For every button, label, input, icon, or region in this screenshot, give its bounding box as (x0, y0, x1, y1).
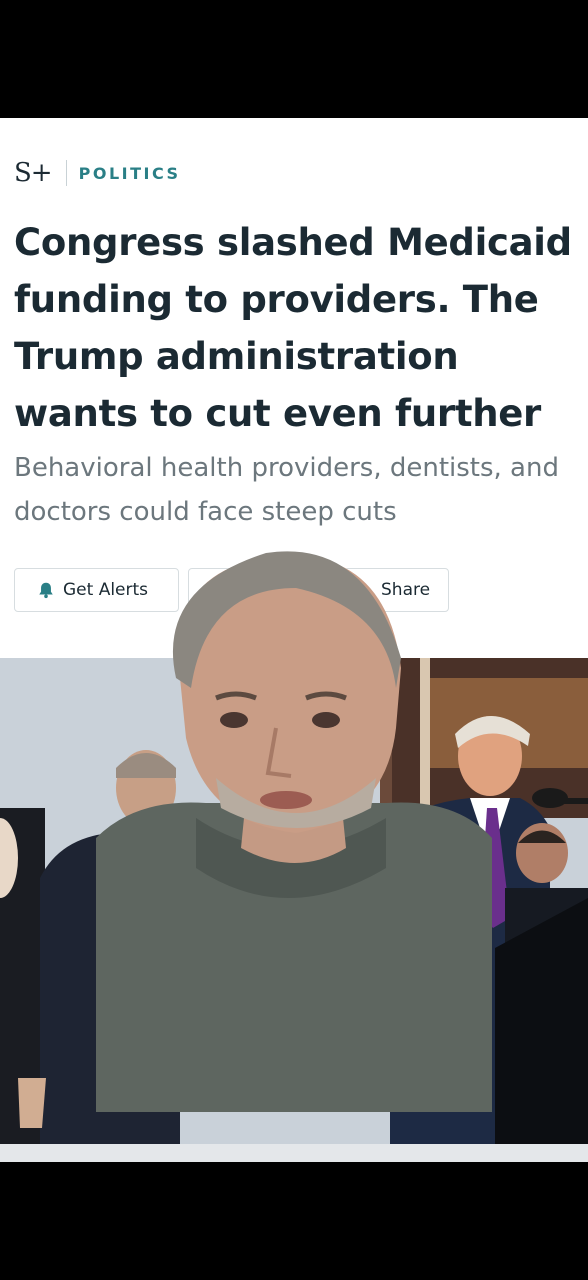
article-dek: Behavioral health providers, dentists, a… (14, 453, 559, 527)
divider (65, 160, 67, 186)
video-bottom-bar (0, 1162, 588, 1280)
brand-row: S+ POLITICS (14, 158, 181, 188)
site-logo[interactable]: S+ (14, 158, 53, 188)
photo-bottom-strip (0, 1144, 588, 1162)
article-headline: Congress slashed Medicaid funding to pro… (14, 221, 572, 435)
presenter-video-overlay (96, 548, 492, 1112)
video-top-bar (0, 0, 588, 118)
presenter-illustration (96, 551, 492, 1112)
section-label[interactable]: POLITICS (79, 164, 181, 183)
bell-icon (39, 582, 53, 599)
